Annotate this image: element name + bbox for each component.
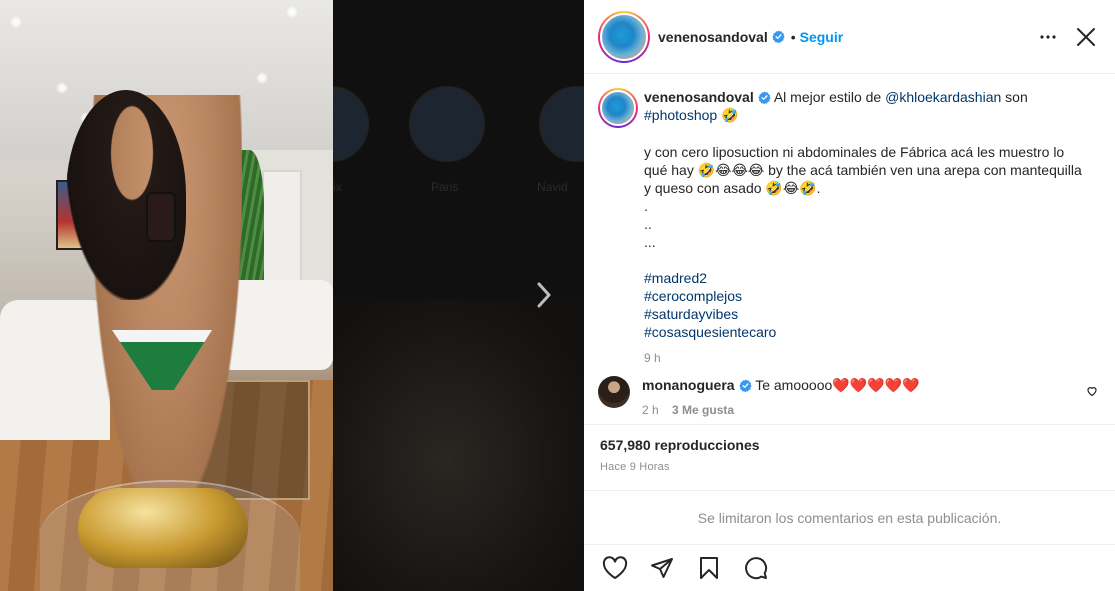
- caption: venenosandoval Al mejor estilo de @khloe…: [598, 88, 1099, 367]
- background-highlight: [333, 86, 369, 162]
- heart-icon: [602, 556, 628, 579]
- caption-timestamp[interactable]: 9 h: [644, 349, 1084, 367]
- background-photo: [333, 300, 584, 591]
- more-options-icon: [1040, 34, 1056, 39]
- comment-timestamp[interactable]: 2 h: [642, 403, 659, 417]
- follow-button[interactable]: Seguir: [800, 29, 844, 45]
- caption-hashtag-link[interactable]: #cerocomplejos: [644, 287, 1084, 305]
- view-count[interactable]: 657,980 reproducciones: [600, 437, 1099, 453]
- action-bar: [584, 544, 1115, 591]
- post-modal: ix Paris Navid venenosandoval • Seguir v…: [0, 0, 1115, 591]
- comments-limited-notice: Se limitaron los comentarios en esta pub…: [584, 490, 1115, 544]
- post-stats: 657,980 reproducciones Hace 9 Horas: [584, 424, 1115, 490]
- verified-badge-icon: [758, 91, 771, 104]
- header-separator: •: [790, 28, 796, 45]
- more-options-button[interactable]: [1033, 22, 1063, 52]
- close-icon: [1077, 27, 1095, 46]
- media-ceiling-light: [286, 6, 298, 18]
- comment-meta: 2 h 3 Me gusta: [642, 401, 919, 419]
- post-header: venenosandoval • Seguir: [584, 0, 1115, 74]
- chevron-right-icon: [537, 282, 551, 308]
- comment-text-line: monanoguera Te amooooo❤️❤️❤️❤️❤️: [642, 376, 919, 395]
- caption-emoji: 🤣: [721, 108, 739, 124]
- caption-lead-after: son: [1005, 89, 1028, 105]
- caption-hashtag-link[interactable]: #madred2: [644, 269, 1084, 287]
- author-avatar[interactable]: [598, 10, 650, 63]
- send-icon: [651, 558, 673, 578]
- comment-likes[interactable]: 3 Me gusta: [672, 403, 734, 417]
- background-highlight-label: Navid: [537, 180, 568, 194]
- commenter-username[interactable]: monanoguera: [642, 377, 735, 393]
- caption-hashtag-link[interactable]: #cosasquesientecaro: [644, 323, 1084, 341]
- background-highlight: [409, 86, 485, 162]
- caption-body: venenosandoval Al mejor estilo de @khloe…: [644, 88, 1084, 367]
- media-ceiling-light: [256, 72, 268, 84]
- caption-hashtag-link[interactable]: #photoshop: [644, 107, 717, 123]
- caption-paragraphs: y con cero liposuction ni abdominales de…: [644, 143, 1084, 341]
- comments-area[interactable]: venenosandoval Al mejor estilo de @khloe…: [584, 74, 1115, 425]
- caption-first-line: venenosandoval Al mejor estilo de @khloe…: [644, 88, 1084, 125]
- comment-body: monanoguera Te amooooo❤️❤️❤️❤️❤️ 2 h 3 M…: [642, 376, 919, 419]
- caption-author-avatar[interactable]: [598, 88, 638, 128]
- verified-badge-icon: [738, 379, 752, 392]
- media-ceiling-light: [10, 16, 22, 28]
- caption-blank-line: [644, 251, 1084, 269]
- media-gold-object: [78, 488, 248, 568]
- avatar-image: [600, 90, 636, 126]
- comment-item: monanoguera Te amooooo❤️❤️❤️❤️❤️ 2 h 3 M…: [598, 376, 1098, 419]
- comment-button[interactable]: [739, 551, 773, 585]
- close-button[interactable]: [1071, 22, 1101, 52]
- post-details-panel: venenosandoval • Seguir venenosandoval A…: [584, 0, 1115, 591]
- caption-dot-line: ...: [644, 234, 656, 250]
- bookmark-icon: [700, 557, 718, 579]
- comment-like-button[interactable]: [1086, 384, 1098, 402]
- caption-lead-text: Al mejor estilo de: [773, 89, 882, 105]
- background-highlight-label: Paris: [431, 180, 459, 194]
- author-username[interactable]: venenosandoval: [658, 29, 768, 45]
- caption-dot-line: .: [644, 198, 648, 214]
- avatar-image: [600, 12, 648, 61]
- next-post-button[interactable]: [530, 280, 558, 310]
- post-media-video[interactable]: [0, 0, 333, 591]
- caption-mention-link[interactable]: @khloekardashian: [885, 89, 1001, 105]
- like-button[interactable]: [598, 551, 632, 585]
- media-phone: [146, 192, 176, 242]
- background-highlight: [539, 86, 584, 162]
- caption-username[interactable]: venenosandoval: [644, 89, 754, 105]
- caption-dot-line: ..: [644, 216, 652, 232]
- comment-text: Te amooooo: [755, 377, 833, 393]
- comment-hearts-emoji: ❤️❤️❤️❤️❤️: [832, 378, 920, 394]
- comment-icon: [745, 557, 768, 580]
- verified-badge-icon: [772, 30, 785, 43]
- post-date[interactable]: Hace 9 Horas: [600, 461, 1099, 473]
- caption-paragraph: y con cero liposuction ni abdominales de…: [644, 144, 1082, 196]
- media-ceiling-light: [56, 82, 68, 94]
- share-button[interactable]: [645, 551, 679, 585]
- caption-hashtag-link[interactable]: #saturdayvibes: [644, 305, 1084, 323]
- heart-icon: [1087, 387, 1097, 397]
- commenter-avatar[interactable]: [598, 376, 630, 408]
- background-highlight-label: ix: [333, 180, 342, 194]
- save-button[interactable]: [692, 551, 726, 585]
